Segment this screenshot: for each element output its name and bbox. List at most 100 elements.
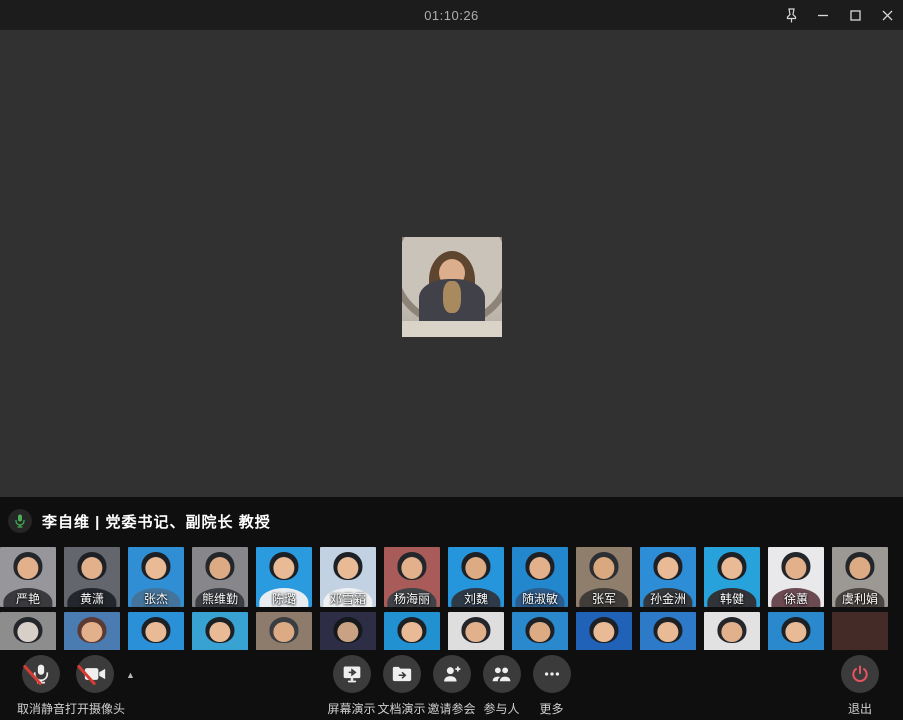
participant-tile[interactable]: 熊维勤 xyxy=(192,547,248,607)
participant-name: 严艳 xyxy=(0,592,56,606)
participant-tile[interactable]: 韩健 xyxy=(704,547,760,607)
participant-tile[interactable] xyxy=(512,612,568,650)
close-button[interactable] xyxy=(871,0,903,30)
participant-tile[interactable] xyxy=(256,612,312,650)
doc-share-label: 文档演示 xyxy=(377,700,425,717)
doc-share-button[interactable]: 文档演示 xyxy=(377,655,427,717)
more-label: 更多 xyxy=(539,700,563,717)
participant-tile[interactable]: 徐蕙 xyxy=(768,547,824,607)
participant-tile[interactable]: 邓雪霜 xyxy=(320,547,376,607)
pin-icon[interactable] xyxy=(775,0,807,30)
video-desk xyxy=(402,321,502,337)
doc-share-icon xyxy=(383,655,421,693)
avatar xyxy=(256,612,312,650)
participants-label: 参与人 xyxy=(483,700,519,717)
participant-tile[interactable] xyxy=(384,612,440,650)
participant-tile[interactable] xyxy=(704,612,760,650)
participants-icon xyxy=(483,655,521,693)
participant-tile[interactable] xyxy=(320,612,376,650)
participant-name: 刘魏 xyxy=(448,592,504,606)
avatar xyxy=(443,281,461,313)
toolbar-right-group: 退出 xyxy=(835,655,885,717)
participant-name: 孙金洲 xyxy=(640,592,696,606)
toolbar-left-group: 取消静音 打开摄像头 ▲ xyxy=(16,655,135,717)
participant-tile[interactable] xyxy=(0,612,56,650)
camera-on-button[interactable]: 打开摄像头 xyxy=(66,655,124,717)
speaker-bar: 李自维 | 党委书记、副院长 教授 xyxy=(0,497,903,545)
participants-button[interactable]: 参与人 xyxy=(477,655,527,717)
participant-name: 韩健 xyxy=(704,592,760,606)
participant-name: 虞利娟 xyxy=(832,592,888,606)
participant-name: 黄潇 xyxy=(64,592,120,606)
screen-share-label: 屏幕演示 xyxy=(327,700,375,717)
participant-tile[interactable] xyxy=(128,612,184,650)
participant-tile[interactable] xyxy=(768,612,824,650)
participant-tile[interactable]: 张杰 xyxy=(128,547,184,607)
participant-tile[interactable]: 张军 xyxy=(576,547,632,607)
participant-name: 熊维勤 xyxy=(192,592,248,606)
camera-off-icon xyxy=(76,655,114,693)
participant-tile[interactable] xyxy=(640,612,696,650)
avatar xyxy=(640,612,696,650)
participant-tile[interactable] xyxy=(576,612,632,650)
participant-tile[interactable] xyxy=(192,612,248,650)
participant-tile[interactable] xyxy=(64,612,120,650)
participant-name: 张杰 xyxy=(128,592,184,606)
exit-button[interactable]: 退出 xyxy=(835,655,885,717)
participant-tile[interactable] xyxy=(832,612,888,650)
participant-tile[interactable]: 陈璐 xyxy=(256,547,312,607)
participant-tile[interactable]: 严艳 xyxy=(0,547,56,607)
titlebar: 01:10:26 xyxy=(0,0,903,30)
main-stage xyxy=(0,30,903,497)
camera-options-arrow[interactable]: ▲ xyxy=(126,671,135,680)
avatar xyxy=(576,612,632,650)
screen-share-button[interactable]: 屏幕演示 xyxy=(327,655,377,717)
meeting-timer: 01:10:26 xyxy=(0,8,903,23)
minimize-button[interactable] xyxy=(807,0,839,30)
participant-tile[interactable]: 随淑敏 xyxy=(512,547,568,607)
avatar xyxy=(64,612,120,650)
participant-name: 陈璐 xyxy=(256,592,312,606)
avatar xyxy=(384,612,440,650)
active-speaker-video[interactable] xyxy=(402,237,502,337)
invite-icon xyxy=(433,655,471,693)
avatar xyxy=(448,612,504,650)
avatar xyxy=(768,612,824,650)
more-icon xyxy=(533,655,571,693)
participant-name: 邓雪霜 xyxy=(320,592,376,606)
toolbar: 取消静音 打开摄像头 ▲ xyxy=(0,650,903,720)
speaker-mic-icon xyxy=(8,509,32,533)
toolbar-center-group: 屏幕演示 文档演示 xyxy=(327,655,577,717)
avatar xyxy=(320,612,376,650)
participant-name: 随淑敏 xyxy=(512,592,568,606)
avatar xyxy=(128,612,184,650)
invite-button[interactable]: 邀请参会 xyxy=(427,655,477,717)
participant-tile[interactable] xyxy=(448,612,504,650)
power-icon xyxy=(841,655,879,693)
participant-name: 杨海丽 xyxy=(384,592,440,606)
participant-name: 张军 xyxy=(576,592,632,606)
active-speaker-name: 李自维 | 党委书记、副院长 教授 xyxy=(42,511,271,532)
avatar xyxy=(512,612,568,650)
participant-tile[interactable]: 黄潇 xyxy=(64,547,120,607)
avatar xyxy=(704,612,760,650)
more-button[interactable]: 更多 xyxy=(527,655,577,717)
participant-tile[interactable]: 虞利娟 xyxy=(832,547,888,607)
unmute-button[interactable]: 取消静音 xyxy=(16,655,66,717)
camera-label: 打开摄像头 xyxy=(65,700,125,717)
window-controls xyxy=(775,0,903,30)
participant-tile[interactable]: 刘魏 xyxy=(448,547,504,607)
participant-tile[interactable]: 杨海丽 xyxy=(384,547,440,607)
avatar xyxy=(192,612,248,650)
mic-off-icon xyxy=(22,655,60,693)
invite-label: 邀请参会 xyxy=(427,700,475,717)
participant-name: 徐蕙 xyxy=(768,592,824,606)
participant-tile[interactable]: 孙金洲 xyxy=(640,547,696,607)
meeting-window: 01:10:26 xyxy=(0,0,903,720)
avatar xyxy=(0,612,56,650)
maximize-button[interactable] xyxy=(839,0,871,30)
unmute-label: 取消静音 xyxy=(17,700,65,717)
exit-label: 退出 xyxy=(848,700,872,717)
film-strip-row-2 xyxy=(0,612,888,650)
film-strip-row-1: 严艳黄潇张杰熊维勤陈璐邓雪霜杨海丽刘魏随淑敏张军孙金洲韩健徐蕙虞利娟 xyxy=(0,547,888,607)
